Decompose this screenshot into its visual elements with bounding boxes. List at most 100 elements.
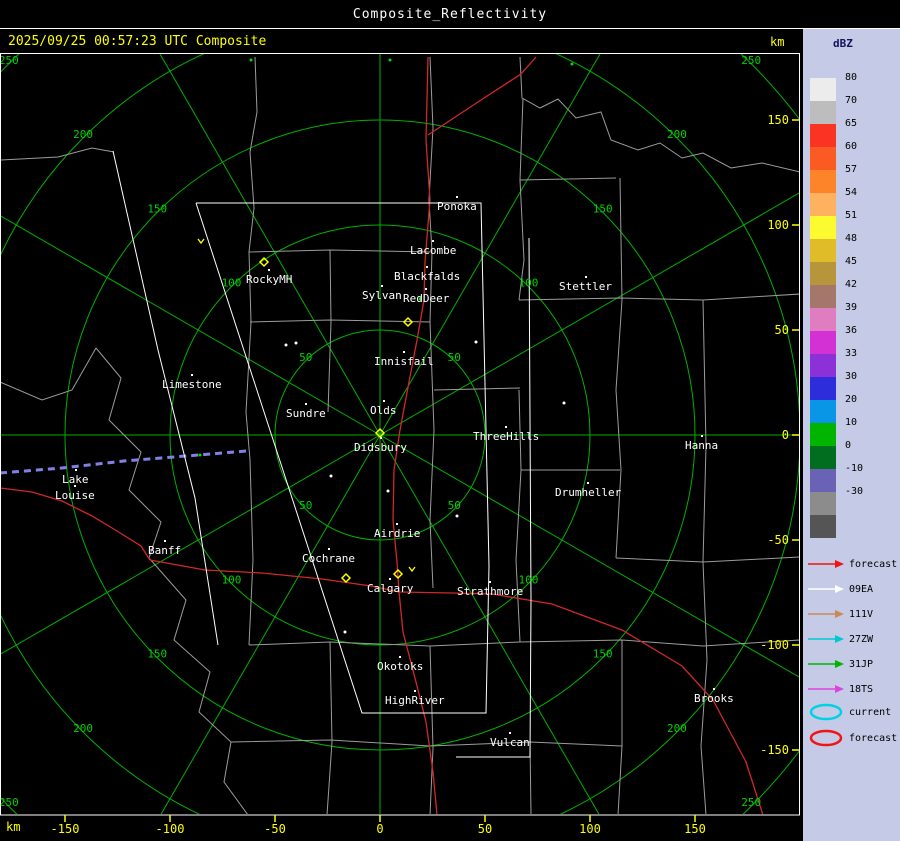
legend-ellipse-row: current [807,701,891,723]
colorbar-value-label: 54 [845,187,858,198]
colorbar-value-label: -10 [845,463,864,474]
boundary-line [615,177,623,559]
ring-distance-label: 200 [73,722,93,735]
city-marker [456,196,458,198]
echo-dot [294,341,298,345]
city-marker [164,540,166,542]
legend-arrow-icon [808,585,844,593]
city-marker [701,435,703,437]
city-marker [399,656,401,658]
city-marker [414,690,416,692]
boundary-line [327,249,332,413]
map-layers: 50 50 50 50 100 100 100 100 150 150 150 150 200 200 20… [1,54,799,814]
city-marker [305,403,307,405]
city-label: Lacombe [410,244,456,257]
boundary-line [230,739,623,747]
railway-line [1,449,247,475]
boundary-line [1,147,115,161]
city-label: Strathmore [457,585,523,598]
echo-dot-green [388,58,392,62]
colorbar-swatch [810,285,836,308]
colorbar-swatch [810,101,836,124]
city-label: Calgary [367,582,414,595]
legend-arrow-icon [808,610,844,618]
legend-arrow-label: 31JP [849,658,874,670]
colorbar-swatch [810,124,836,147]
city-marker [75,469,77,471]
echo-dot-green [249,58,253,62]
echo-dot-green [570,62,574,66]
axis-label-right: 0 [782,428,789,442]
boundary-line [248,249,431,253]
ring-distance-label: 50 [299,499,312,512]
legend-ellipse-icon [809,729,843,747]
wind-chevron [197,238,205,245]
city-marker [426,266,428,268]
wind-chevron [408,566,416,573]
ring-distance-label: 200 [667,722,687,735]
city-label: Vulcan [490,736,530,749]
ring-distance-label: 50 [448,499,461,512]
city-label: Sylvan [362,289,402,302]
axis-label-right: 150 [767,113,789,127]
city-marker [489,581,491,583]
legend-arrow-icon [808,685,844,693]
axis-label-bottom: 100 [579,822,601,836]
colorbar-swatch [810,216,836,239]
city-label: Blackfalds [394,270,460,283]
legend-arrow-icon [808,660,844,668]
colorbar-swatch [810,515,836,538]
ring-distance-label: 250 [741,796,761,809]
city-label: Drumheller [555,486,622,499]
axis-label-bottom: 0 [376,822,383,836]
echo-dot [343,630,347,634]
legend-arrow-label: 18TS [849,683,874,695]
legend-ellipse-row: forecast [807,727,897,749]
boundary-line [615,556,799,563]
colorbar-value-label: 80 [845,72,858,83]
colorbar-value-label: 51 [845,210,858,221]
legend-arrow-label: 09EA [849,583,874,595]
azimuth-spoke [1,434,381,655]
boundary-line [519,639,799,647]
ring-distance-label: 100 [222,573,242,586]
azimuth-spoke [379,54,601,436]
echo-dot [455,514,459,518]
city-marker [713,688,715,690]
boundary-line [1,347,97,401]
echo-dot [284,343,288,347]
ring-distance-label: 100 [519,277,539,290]
colorbar-value-label: 45 [845,256,858,267]
city-label: Innisfail [374,355,434,368]
city-marker [191,374,193,376]
ring-distance-label: 50 [448,351,461,364]
boundary-line [617,640,623,814]
echo-dot [386,489,390,493]
legend-arrow-label: 27ZW [849,633,874,645]
colorbar-swatch [810,377,836,400]
sidebar: dBZ 80 70 65 60 57 54 51 48 45 42 39 36 33 30 20 10 0 -10… [803,29,900,841]
city-label: ThreeHills [473,430,539,443]
city-label: Lake [62,473,89,486]
legend-arrow-label: 111V [849,608,874,620]
legend-arrow-label: forecast [849,558,898,570]
city-label: Limestone [162,378,222,391]
legend-arrow-row: 27ZW [807,628,873,650]
axis-label-right: -150 [760,743,789,757]
city-marker [381,285,383,287]
city-label: Cochrane [302,552,355,565]
legend-arrow-row: 31JP [807,653,873,675]
city-label: Olds [370,404,397,417]
colorbar-value-label: 20 [845,394,858,405]
city-label: Brooks [694,692,734,705]
ring-distance-label: 200 [667,128,687,141]
ring-distance-label: 200 [73,128,93,141]
legend-arrow-row: 111V [807,603,873,625]
colorbar-swatch [810,262,836,285]
legend-arrow-row: forecast [807,553,897,575]
city-marker [403,351,405,353]
city-marker [585,276,587,278]
radar-map: 50 50 50 50 100 100 100 100 150 150 150 150 200 200 20… [0,53,800,836]
colorbar-swatch [810,331,836,354]
colorbar-swatch [810,147,836,170]
